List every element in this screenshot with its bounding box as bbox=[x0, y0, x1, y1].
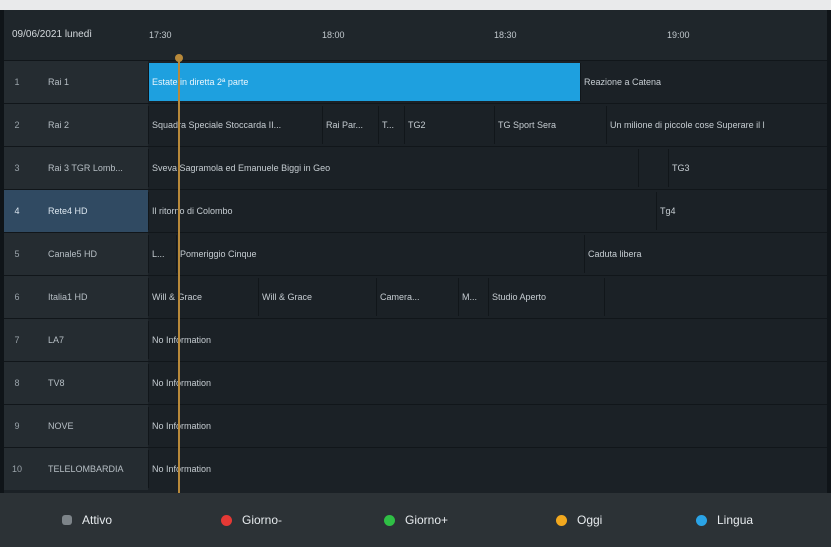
program-cell[interactable] bbox=[604, 278, 827, 316]
channel-number: 7 bbox=[4, 319, 30, 361]
channel-row[interactable]: 5 Canale5 HD L... Pomeriggio Cinque Cadu… bbox=[4, 232, 827, 275]
program-cell[interactable]: Sveva Sagramola ed Emanuele Biggi in Geo bbox=[148, 149, 638, 187]
channel-number: 3 bbox=[4, 147, 30, 189]
red-key-icon bbox=[221, 514, 232, 526]
giorno-prev-label: Giorno- bbox=[242, 513, 283, 527]
channel-name[interactable]: Canale5 HD bbox=[30, 233, 148, 275]
timeline-tick: 19:00 bbox=[667, 30, 690, 40]
guide-date: 09/06/2021 lunedì bbox=[12, 29, 93, 40]
lingua-key[interactable]: Lingua bbox=[696, 493, 753, 547]
attivo-key[interactable]: Attivo bbox=[62, 493, 112, 547]
channel-number: 9 bbox=[4, 405, 30, 447]
program-guide: 09/06/2021 lunedì 17:30 18:00 18:30 19:0… bbox=[4, 10, 827, 493]
channel-row[interactable]: 6 Italia1 HD Will & Grace Will & Grace C… bbox=[4, 275, 827, 318]
program-cell[interactable]: Caduta libera bbox=[584, 235, 827, 273]
program-cell[interactable]: Un milione di piccole cose Superare il l bbox=[606, 106, 827, 144]
program-cell[interactable]: M... bbox=[458, 278, 488, 316]
channel-number: 6 bbox=[4, 276, 30, 318]
yellow-key-icon bbox=[556, 514, 567, 526]
program-cell[interactable]: Studio Aperto bbox=[488, 278, 604, 316]
square-key-icon bbox=[62, 515, 72, 525]
top-bar bbox=[0, 0, 831, 10]
program-cell[interactable]: L... bbox=[148, 235, 176, 273]
oggi-key[interactable]: Oggi bbox=[556, 493, 602, 547]
green-key-icon bbox=[384, 514, 395, 526]
lingua-label: Lingua bbox=[717, 513, 754, 527]
program-cell[interactable]: TG Sport Sera bbox=[494, 106, 606, 144]
attivo-label: Attivo bbox=[82, 513, 113, 527]
program-cell[interactable]: Estate in diretta 2ª parte bbox=[148, 63, 580, 101]
channel-name[interactable]: TELELOMBARDIA bbox=[30, 448, 148, 490]
program-cell[interactable]: No Information bbox=[148, 407, 827, 445]
channel-name[interactable]: Rai 2 bbox=[30, 104, 148, 146]
channel-row[interactable]: 3 Rai 3 TGR Lomb... Sveva Sagramola ed E… bbox=[4, 146, 827, 189]
channel-rows: 1 Rai 1 Estate in diretta 2ª parte Reazi… bbox=[4, 60, 827, 493]
oggi-label: Oggi bbox=[577, 513, 603, 527]
program-cell[interactable]: Squadra Speciale Stoccarda II... bbox=[148, 106, 322, 144]
program-cell[interactable]: No Information bbox=[148, 450, 827, 488]
program-cell[interactable]: TG2 bbox=[404, 106, 494, 144]
program-cell[interactable]: No Information bbox=[148, 364, 827, 402]
channel-name[interactable]: TV8 bbox=[30, 362, 148, 404]
program-cell[interactable]: Reazione a Catena bbox=[580, 63, 827, 101]
timeline-tick: 17:30 bbox=[149, 30, 172, 40]
program-cell[interactable]: No Information bbox=[148, 321, 827, 359]
program-cell[interactable]: T... bbox=[378, 106, 404, 144]
program-cell[interactable]: Camera... bbox=[376, 278, 458, 316]
blue-key-icon bbox=[696, 514, 707, 526]
giorno-next-key[interactable]: Giorno+ bbox=[384, 493, 448, 547]
channel-number: 8 bbox=[4, 362, 30, 404]
channel-number: 1 bbox=[4, 61, 30, 103]
channel-number: 4 bbox=[4, 190, 30, 232]
program-cell[interactable]: Il ritorno di Colombo bbox=[148, 192, 656, 230]
channel-row[interactable]: 10 TELELOMBARDIA No Information bbox=[4, 447, 827, 490]
channel-name[interactable]: NOVE bbox=[30, 405, 148, 447]
program-cell[interactable]: TG3 bbox=[668, 149, 827, 187]
channel-row[interactable]: 9 NOVE No Information bbox=[4, 404, 827, 447]
program-cell[interactable]: Pomeriggio Cinque bbox=[176, 235, 584, 273]
channel-number: 5 bbox=[4, 233, 30, 275]
guide-header: 09/06/2021 lunedì 17:30 18:00 18:30 19:0… bbox=[4, 10, 827, 60]
channel-name[interactable]: Rai 3 TGR Lomb... bbox=[30, 147, 148, 189]
current-time-indicator bbox=[178, 56, 180, 493]
channel-row[interactable]: 1 Rai 1 Estate in diretta 2ª parte Reazi… bbox=[4, 60, 827, 103]
program-cell[interactable]: Tg4 bbox=[656, 192, 827, 230]
channel-name[interactable]: LA7 bbox=[30, 319, 148, 361]
program-cell[interactable]: Will & Grace bbox=[258, 278, 376, 316]
channel-name[interactable]: Italia1 HD bbox=[30, 276, 148, 318]
giorno-next-label: Giorno+ bbox=[405, 513, 449, 527]
current-time-marker bbox=[175, 54, 183, 62]
program-cell[interactable]: Rai Par... bbox=[322, 106, 378, 144]
timeline-tick: 18:30 bbox=[494, 30, 517, 40]
channel-number: 10 bbox=[4, 448, 30, 490]
channel-number: 2 bbox=[4, 104, 30, 146]
timeline-tick: 18:00 bbox=[322, 30, 345, 40]
key-legend-bar: Attivo Giorno- Giorno+ Oggi Lingua bbox=[0, 493, 831, 547]
program-cell[interactable] bbox=[638, 149, 668, 187]
channel-row[interactable]: 2 Rai 2 Squadra Speciale Stoccarda II...… bbox=[4, 103, 827, 146]
channel-row[interactable]: 4 Rete4 HD Il ritorno di Colombo Tg4 bbox=[4, 189, 827, 232]
channel-row[interactable]: 8 TV8 No Information bbox=[4, 361, 827, 404]
giorno-prev-key[interactable]: Giorno- bbox=[221, 493, 282, 547]
channel-name[interactable]: Rai 1 bbox=[30, 61, 148, 103]
channel-row[interactable]: 7 LA7 No Information bbox=[4, 318, 827, 361]
channel-name[interactable]: Rete4 HD bbox=[30, 190, 148, 232]
program-cell[interactable]: Will & Grace bbox=[148, 278, 258, 316]
